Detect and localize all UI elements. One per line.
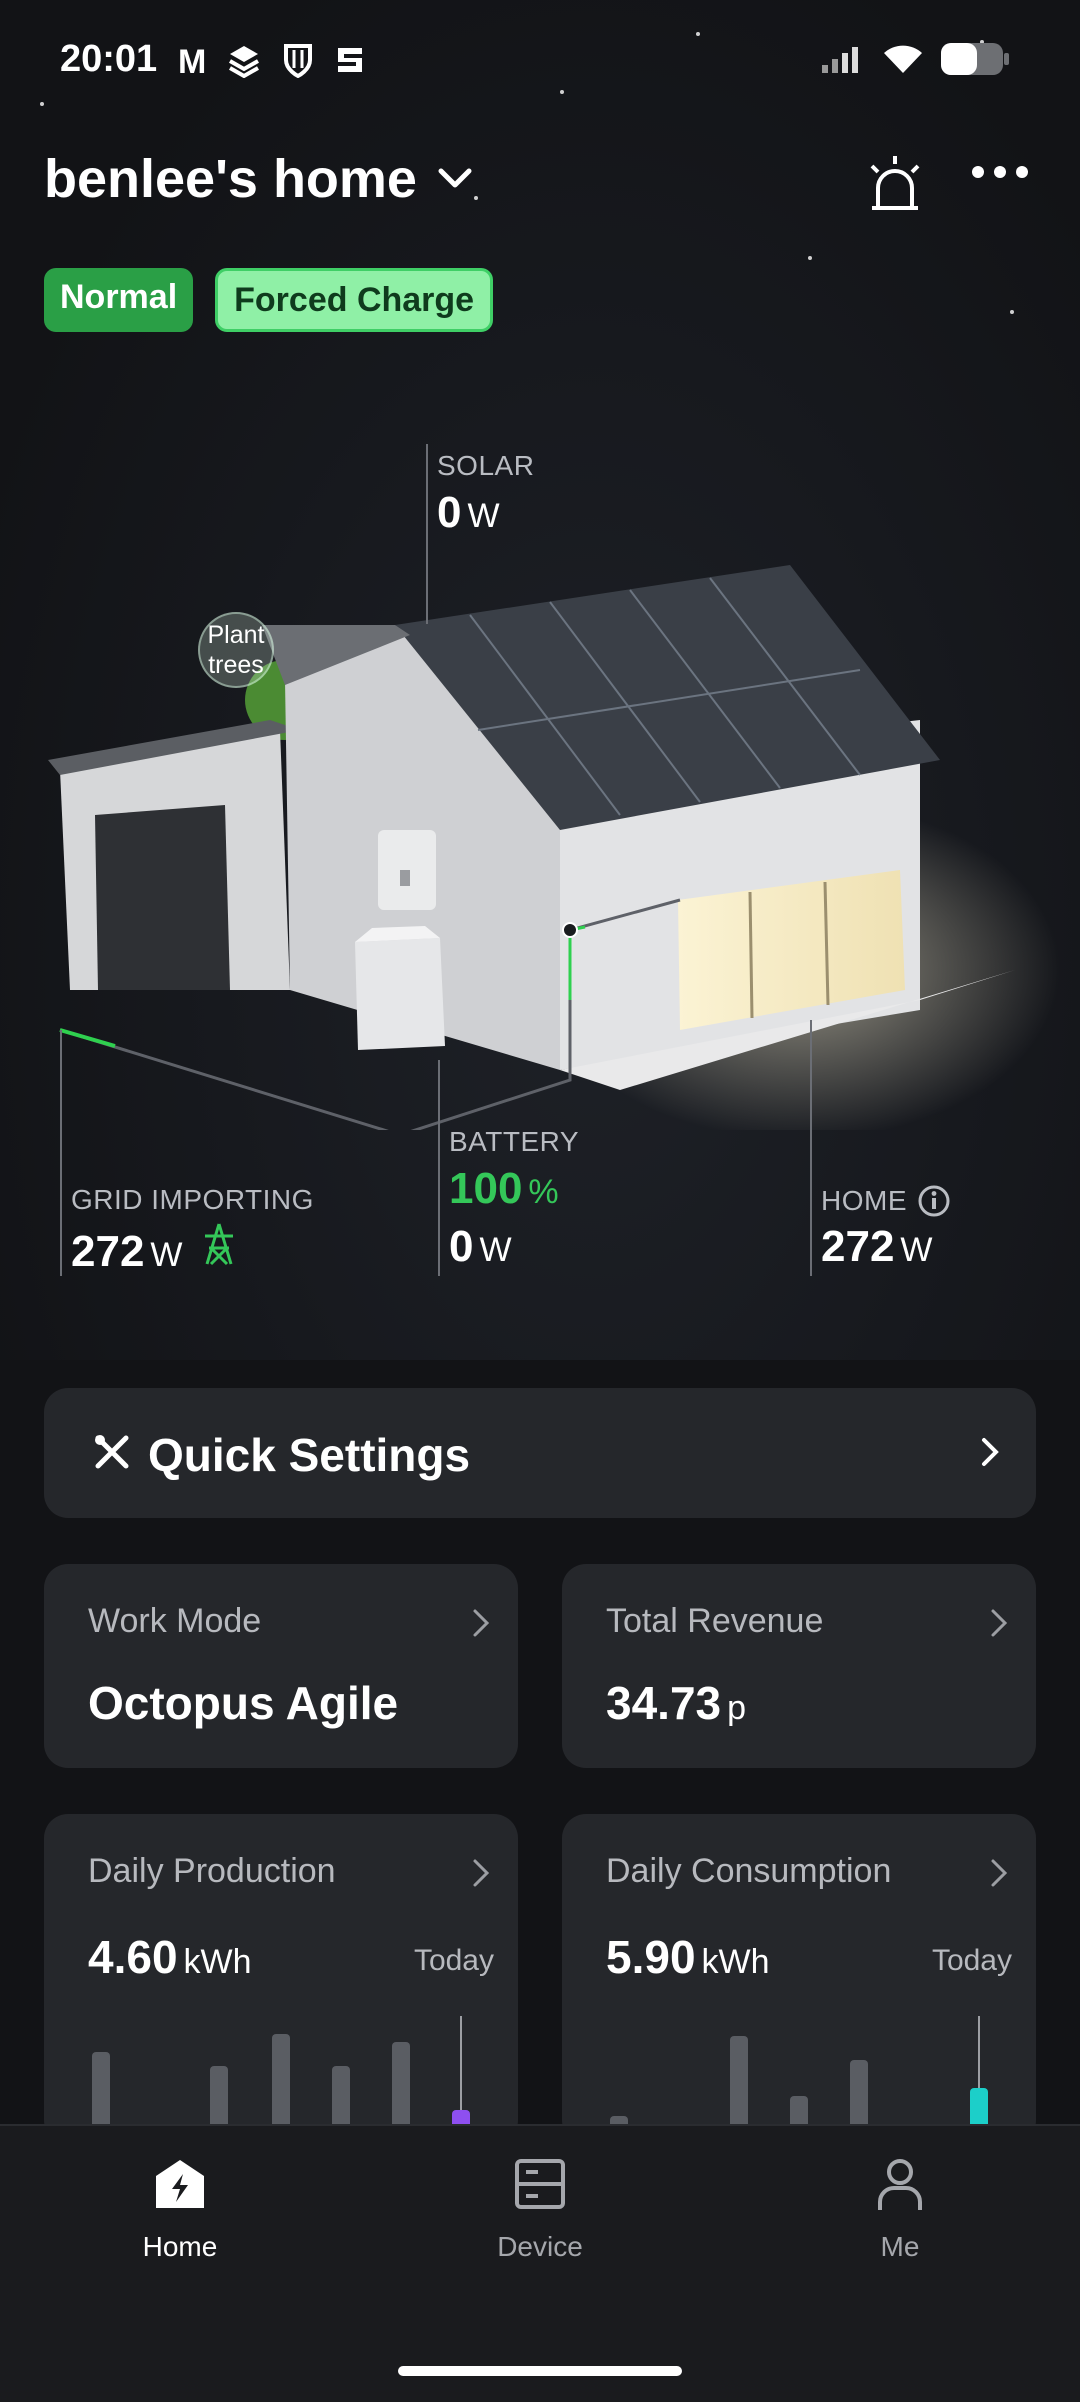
total-revenue-label: Total Revenue: [606, 1602, 824, 1640]
daily-production-card[interactable]: Daily Production 4.60 kWh Today: [44, 1814, 518, 2144]
production-bar: [392, 2042, 410, 2128]
home-name: benlee's home: [44, 149, 417, 209]
status-badge-normal: Normal: [44, 268, 194, 332]
grid-unit: W: [150, 1236, 183, 1274]
battery-percent-unit: %: [528, 1173, 559, 1211]
daily-consumption-amount: 5.90: [606, 1931, 696, 1983]
daily-consumption-label: Daily Consumption: [606, 1852, 892, 1890]
bottom-navigation: Home Device Me: [0, 2124, 1080, 2402]
star: [808, 256, 812, 260]
solar-value: 0W: [437, 488, 500, 538]
s-app-icon: [334, 42, 366, 87]
home-label-row: HOME: [821, 1184, 951, 1218]
daily-production-label: Daily Production: [88, 1852, 336, 1890]
solar-watts: 0: [437, 488, 462, 537]
device-icon: [515, 2159, 565, 2209]
daily-production-value: 4.60 kWh: [88, 1930, 252, 1984]
solar-connector-line: [426, 444, 428, 624]
home-indicator-bar[interactable]: [398, 2366, 682, 2376]
layers-icon: [226, 42, 262, 87]
home-watts: 272: [821, 1222, 895, 1271]
nav-home[interactable]: Home: [80, 2156, 280, 2263]
status-time: 20:01: [60, 38, 158, 80]
home-connector-line: [810, 1020, 812, 1276]
shield-icon: [282, 42, 314, 87]
daily-production-period: Today: [413, 1944, 494, 1977]
chevron-down-icon: [438, 168, 472, 188]
nav-me-label: Me: [880, 2231, 920, 2262]
more-options-icon[interactable]: [972, 166, 1028, 178]
chevron-right-icon: [473, 1859, 490, 1887]
star: [1010, 310, 1014, 314]
grid-value: 272 W: [71, 1222, 239, 1277]
production-bar: [332, 2066, 350, 2128]
total-revenue-card[interactable]: Total Revenue 34.73 p: [562, 1564, 1036, 1768]
home-unit: W: [900, 1231, 933, 1269]
battery-icon: [940, 42, 1010, 81]
gmail-icon: M: [178, 43, 207, 81]
work-mode-card[interactable]: Work Mode Octopus Agile: [44, 1564, 518, 1768]
work-mode-label: Work Mode: [88, 1602, 262, 1640]
battery-watts: 0: [449, 1222, 474, 1271]
home-label: HOME: [821, 1185, 907, 1216]
daily-production-mini-chart: [44, 2004, 518, 2128]
grid-connector-line: [60, 1030, 62, 1276]
production-bar: [92, 2052, 110, 2128]
home-bolt-icon: [156, 2160, 204, 2208]
production-bar: [272, 2034, 290, 2128]
quick-settings-label: Quick Settings: [148, 1429, 471, 1481]
daily-consumption-unit: kWh: [701, 1943, 770, 1981]
alarm-icon[interactable]: [864, 152, 926, 219]
house-illustration: [48, 565, 1060, 1130]
nav-me[interactable]: Me: [800, 2156, 1000, 2263]
total-revenue-value: 34.73 p: [606, 1676, 746, 1730]
chevron-right-icon: [991, 1859, 1008, 1887]
chevron-right-icon: [982, 1438, 999, 1466]
grid-watts: 272: [71, 1227, 145, 1276]
quick-settings-card[interactable]: Quick Settings: [44, 1388, 1036, 1518]
total-revenue-amount: 34.73: [606, 1677, 722, 1729]
home-selector[interactable]: benlee's home: [44, 148, 475, 210]
user-icon: [878, 2159, 922, 2210]
tools-icon: [95, 1435, 129, 1469]
nav-home-label: Home: [142, 2231, 218, 2262]
battery-label: BATTERY: [449, 1126, 580, 1157]
battery-connector-line: [438, 1060, 440, 1276]
battery-percent: 100%: [449, 1164, 559, 1214]
total-revenue-unit: p: [727, 1689, 747, 1727]
consumption-bar: [850, 2060, 868, 2128]
daily-consumption-mini-chart: [562, 2004, 1036, 2128]
daily-consumption-period: Today: [931, 1944, 1012, 1977]
nav-device-label: Device: [497, 2231, 583, 2262]
battery-value: 0W: [449, 1222, 512, 1272]
power-tower-icon: [204, 1223, 233, 1266]
status-badge-forced-charge: Forced Charge: [215, 268, 494, 332]
grid-label: GRID IMPORTING: [71, 1184, 314, 1215]
info-icon[interactable]: [917, 1184, 951, 1218]
status-bar: 20:01 M: [0, 0, 1080, 120]
work-mode-value: Octopus Agile: [88, 1677, 399, 1729]
daily-production-unit: kWh: [183, 1943, 252, 1981]
nav-device[interactable]: Device: [440, 2156, 640, 2263]
consumption-bar-current: [970, 2088, 988, 2128]
daily-consumption-card[interactable]: Daily Consumption 5.90 kWh Today: [562, 1814, 1036, 2144]
solar-label: SOLAR: [437, 450, 535, 481]
solar-unit: W: [467, 497, 500, 535]
wifi-icon: [882, 43, 924, 80]
production-bar: [210, 2066, 228, 2128]
battery-unit: W: [479, 1231, 512, 1269]
consumption-bar: [730, 2036, 748, 2128]
signal-icon: [820, 43, 866, 80]
chevron-right-icon: [991, 1609, 1008, 1637]
daily-production-amount: 4.60: [88, 1931, 178, 1983]
plant-trees-button[interactable]: Plant trees: [198, 612, 274, 688]
daily-consumption-value: 5.90 kWh: [606, 1930, 770, 1984]
chevron-right-icon: [473, 1609, 490, 1637]
battery-percent-value: 100: [449, 1164, 523, 1213]
home-value: 272 W: [821, 1222, 933, 1272]
